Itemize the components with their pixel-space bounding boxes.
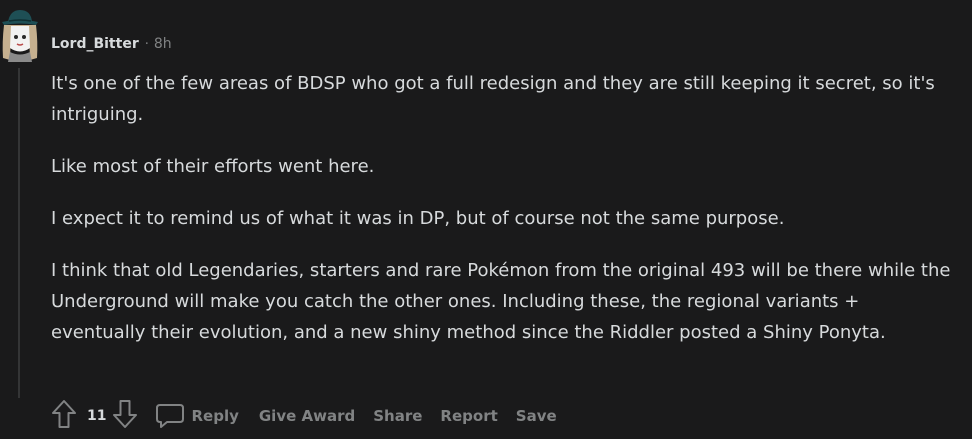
comment-paragraph: It's one of the few areas of BDSP who go… [51,73,935,125]
share-button[interactable]: Share [373,403,422,429]
user-avatar[interactable] [0,8,40,62]
comment-body: It's one of the few areas of BDSP who go… [51,68,956,369]
speech-bubble-icon [155,403,185,429]
comment-meta: Lord_Bitter · 8h [51,34,172,54]
comment-paragraph: I expect it to remind us of what it was … [51,208,785,229]
comment-paragraph: I think that old Legendaries, starters a… [51,260,951,343]
upvote-button[interactable] [48,399,80,433]
comment: Lord_Bitter · 8h It's one of the few are… [0,0,972,439]
give-award-button[interactable]: Give Award [259,403,355,429]
thread-collapse-line[interactable] [18,68,20,398]
comment-paragraph: Like most of their efforts went here. [51,156,375,177]
vote-count: 11 [87,408,107,424]
timestamp[interactable]: 8h [154,36,172,52]
reply-button[interactable]: Reply [153,399,240,433]
meta-separator: · [144,36,149,52]
author-link[interactable]: Lord_Bitter [51,36,139,52]
downvote-button[interactable] [109,399,141,433]
upvote-arrow-icon [51,399,77,433]
report-button[interactable]: Report [440,403,497,429]
comment-actions: 11 Reply Give Award Share Report Save [48,399,557,433]
reply-label: Reply [191,407,239,425]
downvote-arrow-icon [112,399,138,433]
save-button[interactable]: Save [516,403,557,429]
